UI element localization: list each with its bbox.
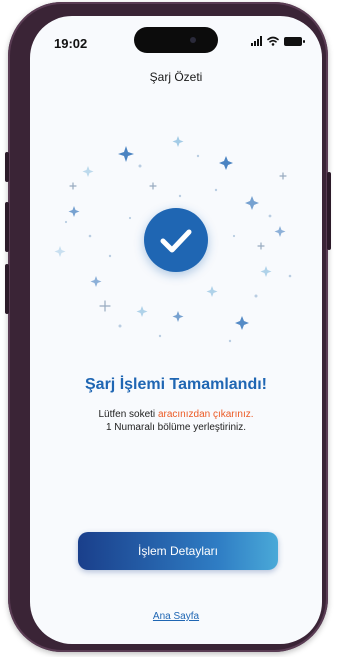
dynamic-island bbox=[134, 27, 218, 53]
success-badge bbox=[144, 208, 208, 272]
battery-icon bbox=[284, 36, 305, 46]
check-icon bbox=[160, 229, 192, 253]
page-title: Şarj Özeti bbox=[149, 70, 203, 84]
home-link[interactable]: Ana Sayfa bbox=[30, 611, 322, 622]
message-line-2: 1 Numaralı bölüme yerleştiriniz. bbox=[105, 422, 247, 433]
phone-frame: 19:02 Şarj Özeti Şarj İşlemi Tamamlandı!… bbox=[5, 2, 331, 652]
wifi-icon bbox=[267, 36, 279, 46]
success-heading: Şarj İşlemi Tamamlandı! bbox=[85, 376, 267, 393]
app-screen: 19:02 Şarj Özeti Şarj İşlemi Tamamlandı!… bbox=[30, 16, 322, 644]
message-highlight: aracınızdan çıkarınız. bbox=[157, 409, 254, 420]
phone-volume-up bbox=[5, 202, 9, 252]
message-text: Lütfen soketi bbox=[98, 409, 158, 420]
status-bar: 19:02 bbox=[30, 16, 322, 60]
instruction-message: Lütfen soketi aracınızdan çıkarınız. 1 N… bbox=[30, 408, 322, 434]
phone-volume-down bbox=[5, 264, 9, 314]
transaction-details-button[interactable]: İşlem Detayları bbox=[78, 532, 278, 570]
camera-dot bbox=[190, 37, 196, 43]
phone-action-button bbox=[5, 152, 9, 182]
signal-icon bbox=[251, 36, 262, 46]
status-time: 19:02 bbox=[54, 36, 88, 51]
phone-power-button bbox=[327, 172, 331, 250]
status-icons bbox=[251, 36, 305, 46]
